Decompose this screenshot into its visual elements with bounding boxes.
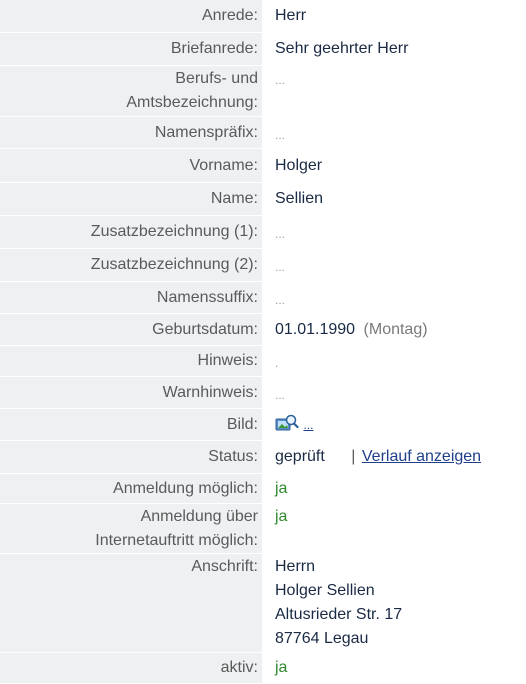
value-vorname: Holger bbox=[275, 157, 323, 174]
label-name: Name: bbox=[0, 183, 262, 215]
row-name: Name: Sellien bbox=[0, 183, 526, 216]
row-hinweis: Hinweis: . bbox=[0, 346, 526, 377]
address-line-4: 87764 Legau bbox=[275, 630, 369, 647]
label-briefanrede: Briefanrede: bbox=[0, 33, 262, 65]
value-bild: ... bbox=[262, 409, 526, 440]
label-zusatz2: Zusatzbezeichnung (2): bbox=[0, 249, 262, 281]
label-beruf-line2: Amtsbezeichnung: bbox=[126, 94, 258, 111]
value-status: geprüft | Verlauf anzeigen bbox=[262, 441, 526, 473]
birthdate-text: 01.01.1990 bbox=[275, 321, 356, 338]
label-geburtsdatum: Geburtsdatum: bbox=[0, 314, 262, 345]
picture-link[interactable]: ... bbox=[303, 418, 313, 432]
row-status: Status: geprüft | Verlauf anzeigen bbox=[0, 441, 526, 474]
label-anrede: Anrede: bbox=[0, 0, 262, 32]
weekday-text: (Montag) bbox=[363, 321, 428, 338]
label-anm-internet-line1: Anmeldung über bbox=[140, 508, 258, 525]
value-beruf: ... bbox=[275, 73, 286, 87]
row-vorname: Vorname: Holger bbox=[0, 149, 526, 183]
label-aktiv: aktiv: bbox=[0, 653, 262, 683]
row-anmeldung: Anmeldung möglich: ja bbox=[0, 474, 526, 504]
address-line-3: Altusrieder Str. 17 bbox=[275, 606, 403, 623]
value-hinweis: . bbox=[275, 356, 279, 370]
label-bild: Bild: bbox=[0, 409, 262, 440]
row-briefanrede: Briefanrede: Sehr geehrter Herr bbox=[0, 33, 526, 66]
label-anmeldung-internet: Anmeldung über Internetauftritt möglich: bbox=[0, 504, 262, 553]
value-name: Sellien bbox=[275, 190, 324, 207]
verlauf-link[interactable]: Verlauf anzeigen bbox=[362, 448, 481, 465]
label-hinweis: Hinweis: bbox=[0, 346, 262, 376]
row-warnhinweis: Warnhinweis: ... bbox=[0, 377, 526, 409]
value-briefanrede: Sehr geehrter Herr bbox=[275, 40, 409, 57]
label-status: Status: bbox=[0, 441, 262, 473]
label-zusatz1: Zusatzbezeichnung (1): bbox=[0, 216, 262, 248]
row-anrede: Anrede: Herr bbox=[0, 0, 526, 33]
value-anmeldung: ja bbox=[275, 480, 288, 497]
label-anschrift: Anschrift: bbox=[0, 554, 262, 652]
label-namenssuffix: Namenssuffix: bbox=[0, 282, 262, 313]
address-line-2: Holger Sellien bbox=[275, 582, 375, 599]
value-anmeldung-internet: ja bbox=[275, 508, 288, 525]
label-anm-internet-line2: Internetauftritt möglich: bbox=[95, 532, 258, 549]
value-zusatz1: ... bbox=[275, 227, 286, 241]
label-vorname: Vorname: bbox=[0, 149, 262, 182]
value-namenssuffix: ... bbox=[275, 293, 286, 307]
value-zusatz2: ... bbox=[275, 260, 286, 274]
row-aktiv: aktiv: ja bbox=[0, 653, 526, 684]
row-namenssuffix: Namenssuffix: ... bbox=[0, 282, 526, 314]
row-beruf: Berufs- und Amtsbezeichnung: ... bbox=[0, 66, 526, 117]
address-line-1: Herrn bbox=[275, 558, 316, 575]
row-bild: Bild: ... bbox=[0, 409, 526, 441]
label-namenspraefix: Namenspräfix: bbox=[0, 117, 262, 148]
value-warnhinweis: ... bbox=[275, 388, 286, 402]
row-zusatz2: Zusatzbezeichnung (2): ... bbox=[0, 249, 526, 282]
row-anmeldung-internet: Anmeldung über Internetauftritt möglich:… bbox=[0, 504, 526, 554]
value-geburtsdatum: 01.01.1990 (Montag) bbox=[262, 314, 526, 345]
row-geburtsdatum: Geburtsdatum: 01.01.1990 (Montag) bbox=[0, 314, 526, 346]
row-zusatz1: Zusatzbezeichnung (1): ... bbox=[0, 216, 526, 249]
value-namenspraefix: ... bbox=[275, 128, 286, 142]
person-detail-table: Anrede: Herr Briefanrede: Sehr geehrter … bbox=[0, 0, 526, 684]
label-beruf: Berufs- und Amtsbezeichnung: bbox=[0, 66, 262, 116]
status-separator: | bbox=[351, 448, 356, 465]
picture-search-icon[interactable] bbox=[275, 413, 299, 433]
label-warnhinweis: Warnhinweis: bbox=[0, 377, 262, 408]
value-anschrift: Herrn Holger Sellien Altusrieder Str. 17… bbox=[262, 554, 526, 652]
row-anschrift: Anschrift: Herrn Holger Sellien Altusrie… bbox=[0, 554, 526, 653]
status-text: geprüft bbox=[275, 448, 325, 465]
value-anrede: Herr bbox=[275, 7, 307, 24]
label-anmeldung: Anmeldung möglich: bbox=[0, 474, 262, 503]
value-aktiv: ja bbox=[275, 659, 288, 676]
label-beruf-line1: Berufs- und bbox=[175, 70, 258, 87]
row-namenspraefix: Namenspräfix: ... bbox=[0, 117, 526, 149]
